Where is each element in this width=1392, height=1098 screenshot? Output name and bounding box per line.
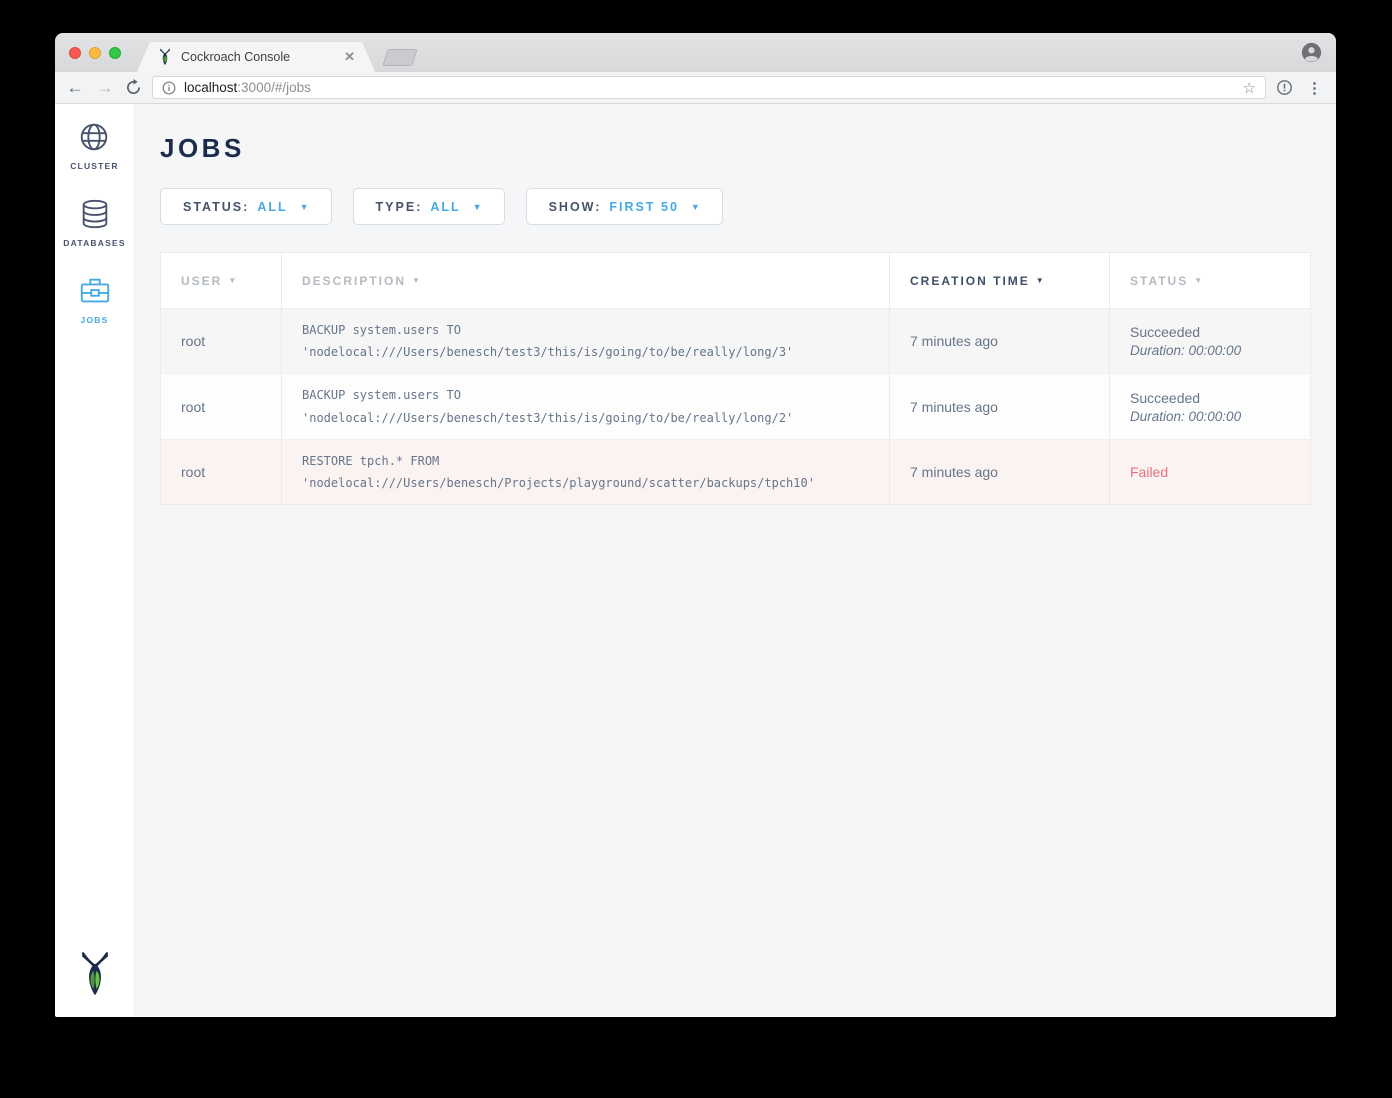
user-cell: root xyxy=(161,440,282,504)
browser-window: Cockroach Console ✕ ← → localhost:3000/#… xyxy=(55,33,1336,1017)
creation-time-cell: 7 minutes ago xyxy=(890,440,1110,504)
filter-value: ALL xyxy=(257,200,287,214)
traffic-lights xyxy=(69,47,121,59)
column-header-status[interactable]: STATUS ▼ xyxy=(1110,253,1310,308)
table-row[interactable]: root BACKUP system.users TO 'nodelocal:/… xyxy=(161,374,1310,439)
bookmark-star-icon[interactable]: ☆ xyxy=(1243,79,1256,97)
column-header-description[interactable]: DESCRIPTION ▼ xyxy=(282,253,890,308)
sort-caret-icon: ▼ xyxy=(1036,276,1046,285)
cockroach-favicon xyxy=(157,48,173,66)
minimize-window-button[interactable] xyxy=(89,47,101,59)
sidebar: CLUSTER DATABASES JOBS xyxy=(55,104,135,1016)
back-button[interactable]: ← xyxy=(65,79,85,96)
briefcase-icon xyxy=(78,274,112,308)
profile-avatar-icon[interactable] xyxy=(1301,42,1322,63)
column-label: USER xyxy=(181,274,222,288)
chrome-menu-icon[interactable]: ⋮ xyxy=(1307,79,1322,97)
reload-button[interactable] xyxy=(125,79,142,96)
close-window-button[interactable] xyxy=(69,47,81,59)
description-cell: BACKUP system.users TO 'nodelocal:///Use… xyxy=(282,374,890,438)
description-line: RESTORE tpch.* FROM xyxy=(302,450,877,472)
status-filter-dropdown[interactable]: STATUS: ALL ▼ xyxy=(160,188,332,225)
globe-icon xyxy=(77,120,111,154)
zoom-window-button[interactable] xyxy=(109,47,121,59)
address-bar[interactable]: localhost:3000/#/jobs ☆ xyxy=(152,76,1266,99)
url-host: localhost xyxy=(184,80,237,95)
browser-toolbar: ← → localhost:3000/#/jobs ☆ ⋮ xyxy=(55,72,1336,104)
user-cell: root xyxy=(161,374,282,438)
sidebar-item-label: JOBS xyxy=(81,315,109,325)
filter-bar: STATUS: ALL ▼ TYPE: ALL ▼ SHOW: FIRST 50… xyxy=(160,188,1311,225)
description-cell: RESTORE tpch.* FROM 'nodelocal:///Users/… xyxy=(282,440,890,504)
chevron-down-icon: ▼ xyxy=(691,202,700,212)
new-tab-button[interactable] xyxy=(382,49,418,66)
user-cell: root xyxy=(161,309,282,373)
chevron-down-icon: ▼ xyxy=(300,202,309,212)
description-cell: BACKUP system.users TO 'nodelocal:///Use… xyxy=(282,309,890,373)
creation-time-cell: 7 minutes ago xyxy=(890,374,1110,438)
description-line: BACKUP system.users TO xyxy=(302,384,877,406)
tab-title: Cockroach Console xyxy=(181,50,336,64)
chevron-down-icon: ▼ xyxy=(473,202,482,212)
column-label: DESCRIPTION xyxy=(302,274,406,288)
column-header-user[interactable]: USER ▼ xyxy=(161,253,282,308)
show-filter-dropdown[interactable]: SHOW: FIRST 50 ▼ xyxy=(526,188,723,225)
table-row[interactable]: root RESTORE tpch.* FROM 'nodelocal:///U… xyxy=(161,440,1310,504)
sidebar-item-databases[interactable]: DATABASES xyxy=(63,197,125,248)
filter-label: TYPE: xyxy=(376,200,423,214)
main-content: JOBS STATUS: ALL ▼ TYPE: ALL ▼ SHOW: FIR… xyxy=(135,104,1336,1016)
tab-strip: Cockroach Console ✕ xyxy=(55,33,1336,72)
status-cell: Succeeded Duration: 00:00:00 xyxy=(1110,309,1310,373)
page-info-icon[interactable] xyxy=(162,81,176,95)
status-badge: Failed xyxy=(1130,464,1310,480)
url-text[interactable]: localhost:3000/#/jobs xyxy=(184,80,1235,95)
description-line: 'nodelocal:///Users/benesch/test3/this/i… xyxy=(302,407,877,429)
filter-value: ALL xyxy=(430,200,460,214)
status-duration: Duration: 00:00:00 xyxy=(1130,343,1310,358)
cockroach-logo xyxy=(76,950,114,998)
jobs-table: USER ▼ DESCRIPTION ▼ CREATION TIME ▼ S xyxy=(160,252,1311,505)
sidebar-item-label: DATABASES xyxy=(63,238,125,248)
status-cell: Succeeded Duration: 00:00:00 xyxy=(1110,374,1310,438)
column-header-creation-time[interactable]: CREATION TIME ▼ xyxy=(890,253,1110,308)
description-line: 'nodelocal:///Users/benesch/Projects/pla… xyxy=(302,472,877,494)
description-line: 'nodelocal:///Users/benesch/test3/this/i… xyxy=(302,341,877,363)
status-badge: Succeeded xyxy=(1130,390,1310,406)
filter-label: STATUS: xyxy=(183,200,249,214)
status-duration: Duration: 00:00:00 xyxy=(1130,409,1310,424)
sidebar-item-jobs[interactable]: JOBS xyxy=(78,274,112,325)
toolbar-extras: ⋮ xyxy=(1276,79,1326,97)
sort-caret-icon: ▼ xyxy=(412,276,422,285)
table-header: USER ▼ DESCRIPTION ▼ CREATION TIME ▼ S xyxy=(161,253,1310,309)
description-line: BACKUP system.users TO xyxy=(302,319,877,341)
page-title: JOBS xyxy=(160,133,1311,164)
status-cell: Failed xyxy=(1110,440,1310,504)
extension-alert-icon[interactable] xyxy=(1276,79,1293,96)
browser-tab[interactable]: Cockroach Console ✕ xyxy=(137,42,375,72)
sidebar-item-cluster[interactable]: CLUSTER xyxy=(70,120,119,171)
filter-value: FIRST 50 xyxy=(609,200,679,214)
filter-label: SHOW: xyxy=(549,200,602,214)
creation-time-cell: 7 minutes ago xyxy=(890,309,1110,373)
table-row[interactable]: root BACKUP system.users TO 'nodelocal:/… xyxy=(161,309,1310,374)
tab-close-icon[interactable]: ✕ xyxy=(344,49,355,65)
sidebar-item-label: CLUSTER xyxy=(70,161,119,171)
forward-button: → xyxy=(95,79,115,96)
url-path: :3000/#/jobs xyxy=(237,80,311,95)
status-badge: Succeeded xyxy=(1130,324,1310,340)
database-icon xyxy=(78,197,112,231)
sort-caret-icon: ▼ xyxy=(1194,276,1204,285)
table-body: root BACKUP system.users TO 'nodelocal:/… xyxy=(161,309,1310,504)
column-label: STATUS xyxy=(1130,274,1188,288)
sort-caret-icon: ▼ xyxy=(228,276,238,285)
type-filter-dropdown[interactable]: TYPE: ALL ▼ xyxy=(353,188,505,225)
cockroach-console-app: CLUSTER DATABASES JOBS xyxy=(55,104,1336,1016)
column-label: CREATION TIME xyxy=(910,274,1030,288)
